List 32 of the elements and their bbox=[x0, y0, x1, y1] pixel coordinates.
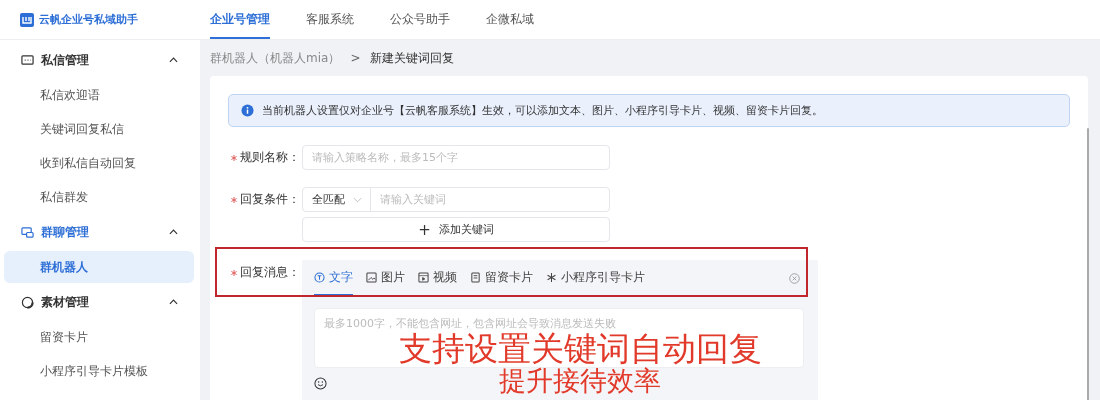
notice-text: 当前机器人设置仅对企业号【云帆客服系统】生效，可以添加文本、图片、小程序引导卡片、视频、留资卡片回复。 bbox=[262, 103, 823, 118]
add-keyword-button[interactable]: + 添加关键词 bbox=[302, 217, 610, 242]
match-select[interactable]: 全匹配 bbox=[303, 188, 371, 211]
sidebar-item[interactable]: 收到私信自动回复 bbox=[4, 147, 194, 179]
promo-caption: 支持设置关键词自动回复 bbox=[398, 332, 762, 367]
message-type-tab[interactable]: 图片 bbox=[366, 260, 405, 296]
message-type-tab[interactable]: 小程序引导卡片 bbox=[546, 260, 645, 296]
sidebar-item[interactable]: 关键词回复私信 bbox=[4, 113, 194, 145]
message-type-tab[interactable]: 留资卡片 bbox=[470, 260, 533, 296]
message-type-tab[interactable]: 文字 bbox=[314, 260, 353, 296]
sidebar-group[interactable]: 群聊管理 bbox=[4, 214, 194, 250]
rule-name-field[interactable]: 请输入策略名称，最多15个字 bbox=[302, 145, 610, 170]
sidebar-item[interactable]: 群机器人 bbox=[4, 251, 194, 283]
nav-tab[interactable]: 企微私域 bbox=[486, 0, 534, 39]
nav-tab[interactable]: 客服系统 bbox=[306, 0, 354, 39]
nav-tab[interactable]: 企业号管理 bbox=[210, 0, 270, 39]
keyword-field[interactable]: 全匹配 请输入关键词 bbox=[302, 187, 610, 212]
sidebar-group[interactable]: 素材管理 bbox=[4, 284, 194, 320]
message-type-tab[interactable]: 视频 bbox=[418, 260, 457, 296]
field-label: 规则名称： bbox=[240, 150, 300, 165]
breadcrumb-item[interactable]: 新建关键词回复 bbox=[370, 49, 455, 67]
field-label: 回复消息： bbox=[240, 265, 300, 280]
sidebar-item[interactable]: 小程序引导卡片模板 bbox=[4, 355, 194, 387]
field-label: 回复条件： bbox=[240, 192, 300, 207]
sidebar-item[interactable]: 私信欢迎语 bbox=[4, 79, 194, 111]
app-title: 云帆企业号私域助手 bbox=[39, 12, 138, 27]
breadcrumb-separator: > bbox=[350, 51, 361, 65]
promo-caption: 提升接待效率 bbox=[499, 366, 661, 395]
sidebar-item[interactable]: 私信群发 bbox=[4, 181, 194, 213]
sidebar-group[interactable]: 私信管理 bbox=[4, 42, 194, 78]
nav-tab[interactable]: 公众号助手 bbox=[390, 0, 450, 39]
sidebar-item[interactable]: 留资卡片 bbox=[4, 321, 194, 353]
